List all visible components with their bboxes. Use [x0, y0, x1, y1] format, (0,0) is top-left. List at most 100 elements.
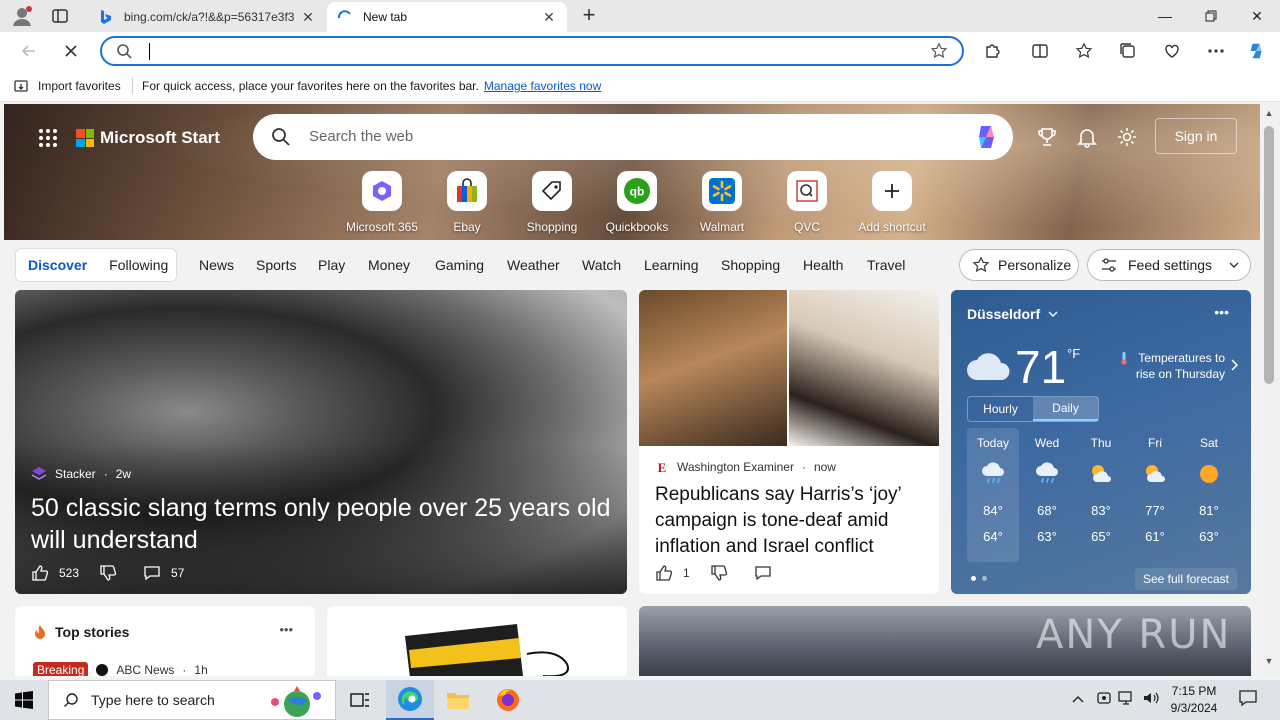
web-search-box[interactable]: Search the web [253, 114, 1013, 160]
news-story-card[interactable]: E Washington Examiner · now Republicans … [639, 290, 939, 594]
dislike-thumb-icon[interactable] [710, 564, 728, 582]
import-favorites-button[interactable]: Import favorites [14, 78, 121, 94]
split-screen-icon[interactable] [1030, 41, 1050, 61]
day-low: 63° [1199, 529, 1219, 544]
story-title[interactable]: 50 classic slang terms only people over … [31, 492, 611, 556]
category-shopping[interactable]: Shopping [721, 257, 780, 273]
shortcut-ebay[interactable]: Ebay [427, 171, 507, 234]
close-tab-icon[interactable]: ✕ [300, 9, 316, 26]
settings-gear-icon[interactable] [1116, 126, 1138, 151]
tab-new-tab[interactable]: New tab ✕ [327, 2, 567, 32]
category-sports[interactable]: Sports [256, 257, 296, 273]
page-scrollbar[interactable]: ▲ ▼ [1260, 104, 1280, 676]
category-travel[interactable]: Travel [867, 257, 905, 273]
chevron-right-icon[interactable] [1229, 358, 1239, 372]
category-money[interactable]: Money [368, 257, 410, 273]
copilot-icon[interactable] [973, 122, 1003, 155]
close-tab-icon[interactable]: ✕ [541, 9, 557, 26]
task-view-button[interactable] [336, 680, 384, 720]
close-window-button[interactable]: ✕ [1234, 0, 1280, 32]
shortcut-quickbooks[interactable]: qb Quickbooks [597, 171, 677, 234]
taskbar-edge[interactable] [386, 680, 434, 720]
category-play[interactable]: Play [318, 257, 345, 273]
add-shortcut-button[interactable]: Add shortcut [852, 171, 932, 234]
favorites-icon[interactable] [1074, 41, 1094, 61]
weather-location-selector[interactable]: Düsseldorf [967, 306, 1058, 322]
copilot-icon[interactable] [1247, 41, 1267, 61]
hero-story-card[interactable]: Stacker · 2w 50 classic slang terms only… [15, 290, 627, 594]
show-hidden-icons-chevron-up-icon[interactable] [1072, 690, 1084, 709]
notification-center-icon[interactable] [1238, 688, 1258, 711]
scrollbar-thumb[interactable] [1264, 126, 1274, 384]
forecast-day[interactable]: Sat 81° 63° [1183, 428, 1235, 562]
category-learning[interactable]: Learning [644, 257, 699, 273]
notifications-bell-icon[interactable] [1076, 126, 1098, 151]
see-full-forecast-link[interactable]: See full forecast [1134, 568, 1237, 590]
tab-following[interactable]: Following [109, 257, 168, 273]
dislike-thumb-icon[interactable] [99, 564, 117, 582]
tab-bing[interactable]: bing.com/ck/a?!&&p=56317e3f3 ✕ [88, 2, 326, 32]
back-button[interactable] [16, 39, 42, 63]
more-options-icon[interactable] [1206, 41, 1226, 61]
microsoft-start-logo[interactable]: Microsoft Start [76, 128, 220, 148]
comment-icon[interactable] [754, 564, 772, 582]
day-low: 63° [1037, 529, 1057, 544]
tab-actions-icon[interactable] [50, 6, 70, 26]
more-options-icon[interactable]: ••• [279, 622, 293, 637]
category-health[interactable]: Health [803, 257, 843, 273]
top-story-item[interactable]: Breaking ABC News · 1h [33, 662, 208, 676]
start-button[interactable] [0, 680, 48, 720]
app-launcher-icon[interactable] [38, 128, 58, 151]
address-bar[interactable] [100, 36, 964, 66]
shortcut-microsoft-365[interactable]: Microsoft 365 [342, 171, 422, 234]
meet-now-icon[interactable] [1096, 690, 1112, 709]
sign-in-button[interactable]: Sign in [1155, 118, 1237, 154]
stop-loading-button[interactable] [58, 39, 84, 63]
rewards-trophy-icon[interactable] [1036, 126, 1058, 151]
manage-favorites-link[interactable]: Manage favorites now [484, 79, 601, 93]
temperature-unit[interactable]: °F [1067, 346, 1080, 361]
new-tab-button[interactable]: + [578, 4, 600, 27]
network-icon[interactable] [1118, 690, 1136, 709]
more-options-icon[interactable]: ••• [1214, 304, 1229, 320]
forecast-day[interactable]: Thu 83° 65° [1075, 428, 1127, 562]
profile-icon[interactable] [10, 4, 34, 28]
forecast-day[interactable]: Fri 77° 61° [1129, 428, 1181, 562]
forecast-day[interactable]: Today 84° 64° [967, 428, 1019, 562]
flame-icon [35, 625, 45, 639]
personalize-button[interactable]: Personalize [959, 249, 1079, 281]
taskbar-file-explorer[interactable] [434, 680, 482, 720]
scroll-down-arrow-icon[interactable]: ▼ [1264, 656, 1274, 666]
weather-alert-note[interactable]: Temperatures to rise on Thursday [1117, 350, 1225, 382]
story-title[interactable]: Republicans say Harris’s ‘joy’ campaign … [655, 482, 927, 560]
like-thumb-icon[interactable] [655, 564, 673, 582]
scroll-up-arrow-icon[interactable]: ▲ [1264, 108, 1274, 118]
comment-icon[interactable] [143, 564, 161, 582]
like-thumb-icon[interactable] [31, 564, 49, 582]
minimize-button[interactable]: — [1142, 0, 1188, 32]
shortcut-qvc[interactable]: QVC [767, 171, 847, 234]
forecast-day[interactable]: Wed 68° 63° [1021, 428, 1073, 562]
tab-hourly[interactable]: Hourly [968, 397, 1033, 421]
browser-essentials-icon[interactable] [1162, 41, 1182, 61]
favorite-star-icon[interactable] [930, 42, 948, 63]
feed-settings-button[interactable]: Feed settings [1087, 249, 1251, 281]
extensions-icon[interactable] [982, 41, 1002, 61]
volume-icon[interactable] [1142, 690, 1160, 709]
category-watch[interactable]: Watch [582, 257, 621, 273]
top-stories-card[interactable]: Top stories ••• Breaking ABC News · 1h [15, 606, 315, 676]
taskbar-clock[interactable]: 7:15 PM 9/3/2024 [1168, 683, 1220, 717]
product-card[interactable] [327, 606, 627, 676]
weather-card[interactable]: Düsseldorf ••• 71 °F Temperatures to ris… [951, 290, 1251, 594]
collections-icon[interactable] [1118, 41, 1138, 61]
taskbar-firefox[interactable] [484, 680, 532, 720]
shortcut-walmart[interactable]: Walmart [682, 171, 762, 234]
tab-discover[interactable]: Discover [28, 257, 87, 273]
tab-daily[interactable]: Daily [1033, 397, 1098, 421]
category-weather[interactable]: Weather [507, 257, 560, 273]
category-gaming[interactable]: Gaming [435, 257, 484, 273]
category-news[interactable]: News [199, 257, 234, 273]
taskbar-search-box[interactable]: Type here to search [48, 680, 336, 720]
shortcut-shopping[interactable]: Shopping [512, 171, 592, 234]
restore-button[interactable] [1188, 0, 1234, 32]
